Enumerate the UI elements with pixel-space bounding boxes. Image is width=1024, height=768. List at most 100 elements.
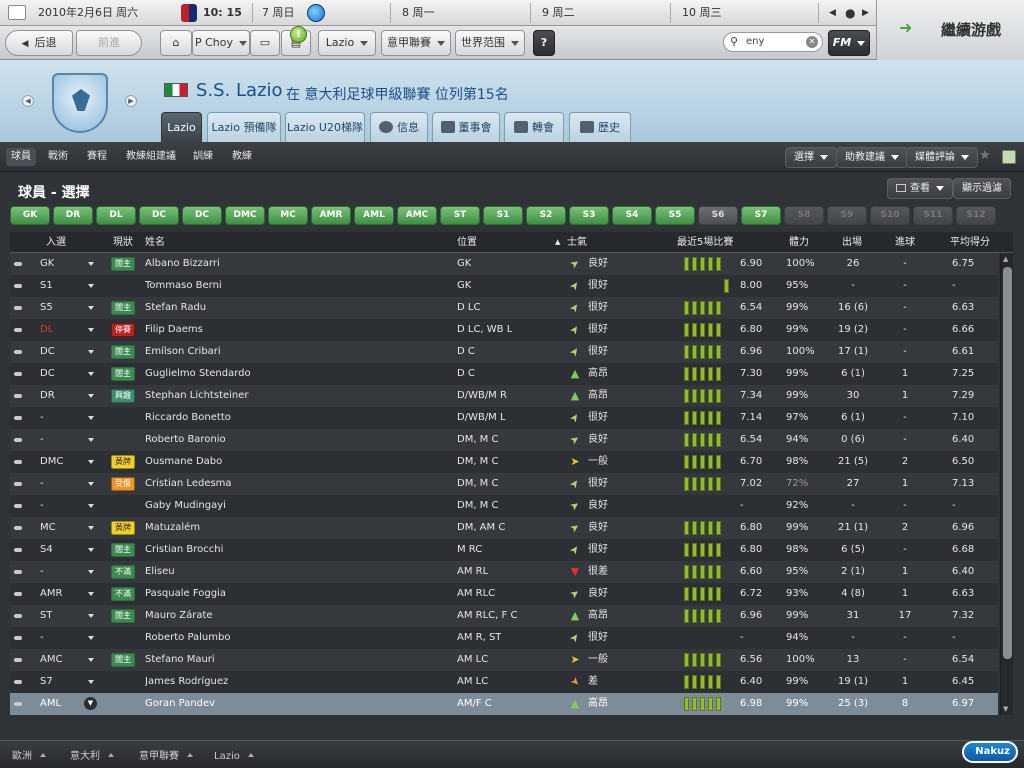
position-pill[interactable]: AMR (311, 206, 351, 225)
next-club-icon[interactable]: ▶ (125, 95, 137, 107)
table-row[interactable]: - Gaby Mudingayi DM, M C ➤ 良好 - 92% - - - (10, 495, 998, 517)
player-name[interactable]: Guglielmo Stendardo (145, 363, 251, 385)
position-pill[interactable]: S5 (655, 206, 695, 225)
position-pill[interactable]: S7 (741, 206, 781, 225)
manager-menu-button[interactable]: P Choy (192, 30, 250, 56)
subnav-staff-advice[interactable]: 教練組建議 (126, 142, 176, 172)
table-row[interactable]: ST 闊主 Mauro Zárate AM RLC, F C ▲ 高昂 6.96 99% 31 1… (10, 605, 998, 627)
selection-value[interactable]: DL (40, 319, 53, 341)
player-name[interactable]: Cristian Brocchi (145, 539, 223, 561)
player-name[interactable]: Gaby Mudingayi (145, 495, 226, 517)
drag-handle-icon[interactable] (14, 306, 22, 310)
table-row[interactable]: S5 闊主 Stefan Radu D LC ➤ 很好 6.54 99% 16 (6) - 6.63 (10, 297, 998, 319)
position-pill[interactable]: AMC (397, 206, 437, 225)
table-scrollbar[interactable]: ▲ ▼ (1000, 253, 1013, 715)
position-pill[interactable]: S6 (698, 206, 738, 225)
table-row[interactable]: AMC 闊主 Stefano Mauri AM LC ➤ 一般 6.56 100% 13 - 6.5… (10, 649, 998, 671)
table-row[interactable]: - Roberto Palumbo AM R, ST ➤ 很好 - 94% - - - (10, 627, 998, 649)
selection-dropdown-icon[interactable] (88, 548, 94, 552)
selection-dropdown-icon[interactable]: ▼ (84, 697, 97, 710)
player-name[interactable]: Riccardo Bonetto (145, 407, 231, 429)
col-goals[interactable]: 進球 (895, 232, 915, 253)
player-name[interactable]: Goran Pandev (145, 693, 215, 715)
drag-handle-icon[interactable] (14, 262, 22, 266)
table-row[interactable]: DMC 黃牌 Ousmane Dabo DM, M C ➤ 一般 6.70 98% 21 (5)… (10, 451, 998, 473)
drag-handle-icon[interactable] (14, 636, 22, 640)
breadcrumb-serie-a[interactable]: 意甲聯賽 (139, 741, 193, 768)
player-name[interactable]: Roberto Baronio (145, 429, 226, 451)
selection-dropdown-icon[interactable] (88, 394, 94, 398)
col-name[interactable]: 姓名 (145, 232, 165, 253)
position-pill[interactable]: S11 (913, 206, 953, 225)
selection-dropdown-icon[interactable] (88, 416, 94, 420)
help-button[interactable]: ? (533, 30, 555, 56)
home-icon[interactable]: ⌂ (160, 30, 192, 56)
selection-value[interactable]: - (40, 495, 44, 517)
club-menu-button[interactable]: Lazio (318, 30, 376, 56)
drag-handle-icon[interactable] (14, 504, 22, 508)
drag-handle-icon[interactable] (14, 372, 22, 376)
day-10[interactable]: 10 周三 (682, 0, 722, 26)
tab-u20[interactable]: Lazio U20梯隊 (285, 112, 365, 142)
col-status[interactable]: 現狀 (113, 232, 133, 253)
selection-value[interactable]: DC (40, 341, 55, 363)
table-row[interactable]: - 受傷 Cristian Ledesma DM, M C ➤ 很好 7.02 72% 27 1 7… (10, 473, 998, 495)
position-pill[interactable]: S10 (870, 206, 910, 225)
selection-dropdown-icon[interactable] (88, 526, 94, 530)
player-name[interactable]: Emílson Cribari (145, 341, 221, 363)
position-pill[interactable]: DMC (225, 206, 265, 225)
player-name[interactable]: James Rodríguez (145, 671, 228, 693)
table-row[interactable]: S4 闊主 Cristian Brocchi M RC ➤ 很好 6.80 98% 6 (5) -… (10, 539, 998, 561)
selection-dropdown-icon[interactable] (88, 636, 94, 640)
drag-handle-icon[interactable] (14, 328, 22, 332)
player-name[interactable]: Cristian Ledesma (145, 473, 232, 495)
selection-dropdown-icon[interactable] (88, 438, 94, 442)
tab-reserves[interactable]: Lazio 預備隊 (207, 112, 281, 142)
drag-handle-icon[interactable] (14, 350, 22, 354)
player-name[interactable]: Mauro Zárate (145, 605, 213, 627)
breadcrumb-europe[interactable]: 歐洲 (12, 741, 46, 768)
selection-value[interactable]: S5 (40, 297, 53, 319)
prev-club-icon[interactable]: ◀ (22, 95, 34, 107)
selection-dropdown-icon[interactable] (88, 372, 94, 376)
player-name[interactable]: Roberto Palumbo (145, 627, 230, 649)
col-morale[interactable]: 士氣 (567, 232, 587, 253)
selection-value[interactable]: - (40, 473, 44, 495)
day-9[interactable]: 9 周二 (542, 0, 575, 26)
position-pill[interactable]: S4 (612, 206, 652, 225)
forward-button[interactable]: 前進 (76, 30, 142, 56)
selection-value[interactable]: AML (40, 693, 61, 715)
table-row[interactable]: - Riccardo Bonetto D/WB/M L ➤ 很好 7.14 97% 6 (1)… (10, 407, 998, 429)
selection-dropdown-icon[interactable] (88, 460, 94, 464)
position-pill[interactable]: S2 (526, 206, 566, 225)
selection-value[interactable]: DMC (40, 451, 63, 473)
selection-value[interactable]: - (40, 407, 44, 429)
continue-game-button[interactable]: ➜ 繼續游戲 (876, 0, 1024, 60)
player-name[interactable]: Eliseu (145, 561, 175, 583)
fm-menu-button[interactable]: FM (828, 30, 870, 56)
tab-info[interactable]: 信息 (370, 112, 428, 142)
subnav-tactics[interactable]: 戰術 (48, 142, 68, 172)
car-icon[interactable]: ▭ (250, 30, 280, 56)
position-pill[interactable]: S1 (483, 206, 523, 225)
selection-value[interactable]: ST (40, 605, 52, 627)
col-avg-rating[interactable]: 平均得分 (950, 232, 990, 253)
drag-handle-icon[interactable] (14, 416, 22, 420)
drag-handle-icon[interactable] (14, 614, 22, 618)
clear-search-icon[interactable]: ✕ (806, 36, 818, 48)
selection-dropdown-icon[interactable] (88, 614, 94, 618)
next-day-icon[interactable]: ▶ (862, 0, 869, 26)
selection-value[interactable]: S7 (40, 671, 53, 693)
world-menu-button[interactable]: 世界范围 (455, 30, 525, 56)
table-row[interactable]: MC 黃牌 Matuzalém DM, AM C ➤ 良好 6.80 99% 21 (1) 2 6.… (10, 517, 998, 539)
subnav-players[interactable]: 球員 (6, 148, 36, 166)
drag-handle-icon[interactable] (14, 570, 22, 574)
selection-dropdown-icon[interactable] (88, 658, 94, 662)
subnav-training[interactable]: 訓練 (193, 142, 213, 172)
selection-dropdown-icon[interactable] (88, 482, 94, 486)
table-row[interactable]: DC 闊主 Guglielmo Stendardo D C ▲ 高昂 7.30 99% 6 (1… (10, 363, 998, 385)
league-menu-button[interactable]: 意甲聯賽 (381, 30, 451, 56)
subnav-fixtures[interactable]: 賽程 (87, 142, 107, 172)
position-pill[interactable]: S8 (784, 206, 824, 225)
player-name[interactable]: Stefano Mauri (145, 649, 215, 671)
